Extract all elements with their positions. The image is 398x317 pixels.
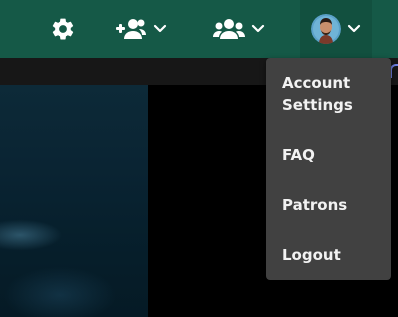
- menu-item-logout[interactable]: Logout: [282, 244, 385, 266]
- menu-item-account-settings[interactable]: Account Settings: [282, 72, 385, 116]
- add-friend-button[interactable]: [110, 0, 172, 58]
- chevron-down-icon: [251, 24, 265, 33]
- top-navbar: [0, 0, 398, 58]
- settings-button[interactable]: [44, 0, 82, 58]
- gear-icon: [52, 18, 74, 40]
- menu-item-patrons[interactable]: Patrons: [282, 194, 385, 216]
- video-frame: [0, 85, 148, 317]
- account-menu-button[interactable]: [300, 0, 372, 58]
- avatar: [311, 14, 341, 44]
- app-root: Account Settings FAQ Patrons Logout: [0, 0, 398, 317]
- user-plus-icon: [116, 19, 146, 39]
- chevron-down-icon: [347, 24, 361, 33]
- friends-button[interactable]: [208, 0, 270, 58]
- scroll-edge-marker: [390, 64, 398, 78]
- account-dropdown-menu: Account Settings FAQ Patrons Logout: [266, 58, 391, 280]
- menu-item-faq[interactable]: FAQ: [282, 144, 385, 166]
- chevron-down-icon: [153, 24, 167, 33]
- users-icon: [213, 19, 245, 39]
